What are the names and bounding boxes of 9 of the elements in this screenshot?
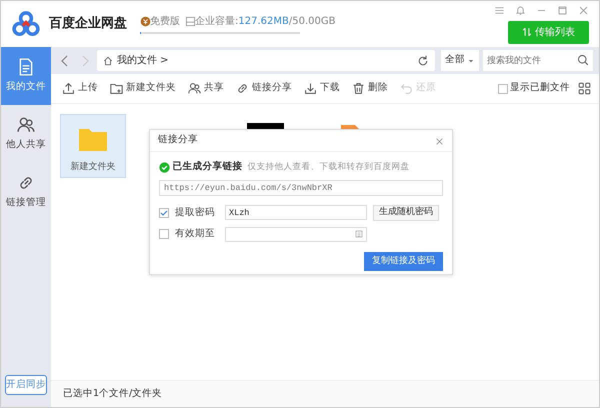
app-title: 百度企业网盘	[49, 14, 127, 34]
edition-label: 免费版	[150, 14, 180, 29]
share-note: 仅支持他人查看、下载和转存到百度网盘	[248, 160, 410, 174]
expiry-label: 有效期至	[175, 227, 216, 242]
dialog-title: 链接分享	[158, 133, 198, 148]
password-label: 提取密码	[175, 206, 216, 220]
status-bar: 已选中1个文件/文件夹	[51, 380, 599, 407]
storage-label: 企业容量:127.62MB/50.00GB	[195, 14, 336, 29]
success-message: 已生成分享链接	[172, 160, 242, 174]
